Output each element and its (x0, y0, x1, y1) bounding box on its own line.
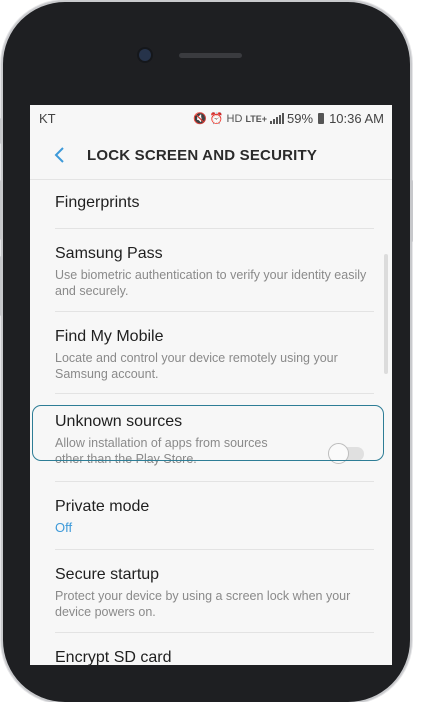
list-item-samsung-pass[interactable]: Samsung Pass Use biometric authenticatio… (30, 229, 392, 312)
list-item-secure-startup[interactable]: Secure startup Protect your device by us… (30, 550, 392, 633)
settings-list: Fingerprints Samsung Pass Use biometric … (30, 180, 392, 665)
list-item-unknown-sources[interactable]: Unknown sources Allow installation of ap… (30, 394, 392, 482)
list-item-encrypt-sd-card[interactable]: Encrypt SD card (30, 633, 392, 665)
phone-frame: KT 🔇 ⏰ HD LTE+ 59% 10:36 AM LOCK SCREEN … (3, 2, 410, 702)
power-button (410, 180, 413, 242)
front-camera (139, 49, 151, 61)
item-description: Protect your device by using a screen lo… (55, 589, 351, 619)
item-title: Secure startup (55, 566, 160, 583)
clock: 10:36 AM (329, 111, 384, 126)
item-title: Find My Mobile (55, 328, 164, 345)
unknown-sources-toggle[interactable] (328, 443, 364, 464)
item-title: Unknown sources (55, 413, 183, 430)
list-item-fingerprints[interactable]: Fingerprints (30, 180, 392, 229)
item-title: Samsung Pass (55, 245, 163, 262)
status-icons: 🔇 ⏰ HD LTE+ 59% 10:36 AM (193, 111, 384, 126)
battery-icon (318, 113, 325, 124)
carrier-label: KT (39, 111, 56, 126)
list-item-find-my-mobile[interactable]: Find My Mobile Locate and control your d… (30, 312, 392, 394)
network-type-label: LTE+ (245, 113, 268, 124)
volume-up-button (0, 180, 3, 240)
mute-icon: 🔇 (193, 113, 207, 125)
signal-icon (270, 113, 285, 124)
earpiece-speaker (179, 53, 242, 58)
back-arrow-icon[interactable] (51, 145, 71, 165)
item-description: Allow installation of apps from sources … (55, 436, 268, 466)
list-item-private-mode[interactable]: Private mode Off (30, 482, 392, 550)
item-title: Encrypt SD card (55, 649, 172, 665)
app-bar: LOCK SCREEN AND SECURITY (30, 131, 392, 180)
item-description: Locate and control your device remotely … (55, 351, 338, 381)
screen: KT 🔇 ⏰ HD LTE+ 59% 10:36 AM LOCK SCREEN … (30, 105, 392, 665)
hd-icon: HD (226, 112, 243, 125)
alarm-icon: ⏰ (209, 113, 224, 125)
volume-down-button (0, 256, 3, 316)
item-title: Fingerprints (55, 194, 140, 211)
toggle-knob (328, 443, 349, 464)
page-title: LOCK SCREEN AND SECURITY (87, 147, 318, 164)
side-button (0, 118, 3, 144)
battery-percent: 59% (287, 111, 314, 126)
scroll-indicator (384, 254, 388, 374)
item-status-value: Off (55, 520, 73, 535)
status-bar: KT 🔇 ⏰ HD LTE+ 59% 10:36 AM (30, 105, 392, 131)
item-title: Private mode (55, 498, 150, 515)
item-description: Use biometric authentication to verify y… (55, 268, 367, 298)
